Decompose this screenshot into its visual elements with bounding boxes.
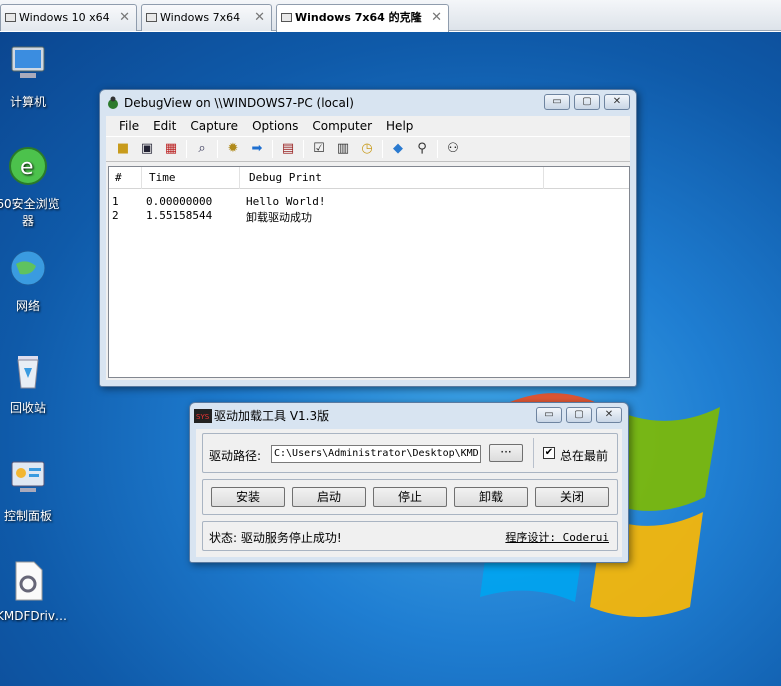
desktop-icon-label: 60安全浏览器 [0,197,60,228]
table-row[interactable]: 2 1.55158544 卸载驱动成功 [109,209,629,224]
clear-display-icon[interactable]: ▤ [279,140,297,158]
tab-label: Windows 7x64 [160,11,241,24]
column-time[interactable]: Time [149,171,176,184]
desktop-icon-label: 网络 [15,299,40,313]
highlight-icon[interactable]: ◆ [389,140,407,158]
pin-icon[interactable]: ⚲ [413,140,431,158]
debug-output-list[interactable]: # Time Debug Print 1 0.00000000 Hello Wo… [108,166,630,378]
close-app-button[interactable]: 关闭 [535,487,609,507]
stop-button[interactable]: 停止 [373,487,447,507]
desktop-icon-label: 回收站 [9,401,46,415]
menu-capture[interactable]: Capture [183,116,245,136]
magnifier-icon[interactable]: ⌕ [193,140,211,158]
minimize-button[interactable]: ▭ [544,94,570,110]
row-number: 1 [112,195,119,208]
row-number: 2 [112,209,119,222]
recycle-bin-icon [17,356,39,389]
tab-windows10[interactable]: Windows 10 x64 ✕ [0,4,137,31]
toolbar: ■ ▣ ▦ ⌕ ✹ ➡ ▤ ☑ ▥ ◷ ◆ ⚲ ⚇ [106,136,630,162]
debugview-titlebar[interactable]: DebugView on \\WINDOWS7-PC (local) ▭ ▢ ✕ [100,90,636,116]
topmost-checkbox[interactable]: ✔ [543,447,555,459]
vm-icon [281,13,292,22]
close-button[interactable]: ✕ [596,407,622,423]
capture-icon[interactable]: ▦ [162,140,180,158]
gear-icon[interactable]: ✹ [224,140,242,158]
menu-options[interactable]: Options [245,116,305,136]
control-panel-icon [11,461,45,492]
table-row[interactable]: 1 0.00000000 Hello World! [109,195,629,209]
filter-icon[interactable]: ☑ [310,140,328,158]
status-text: 状态: 驱动服务停止成功! [209,531,342,545]
bug-icon [108,96,118,109]
open-icon[interactable]: ■ [114,140,132,158]
desktop-icon-browser[interactable]: e 60安全浏览器 [0,144,60,229]
start-button[interactable]: 启动 [292,487,366,507]
desktop-icon-label: 控制面板 [3,509,52,523]
sys-file-icon: SYS [194,409,212,423]
close-tab-icon[interactable]: ✕ [119,5,130,30]
browse-button[interactable]: ··· [489,444,523,462]
row-message: Hello World! [246,195,326,208]
driver-path-field[interactable]: C:\Users\Administrator\Desktop\KMD [271,445,481,463]
vm-tab-bar: Windows 10 x64 ✕ Windows 7x64 ✕ Windows … [0,0,781,32]
tab-label: Windows 7x64 的克隆 [295,11,422,24]
file-icon [15,561,43,601]
row-message: 卸载驱动成功 [246,211,312,224]
close-tab-icon[interactable]: ✕ [431,5,442,30]
debugview-client: File Edit Capture Options Computer Help … [106,116,630,380]
desktop-icon-recycle-bin[interactable]: 回收站 [0,348,60,416]
driver-loader-window: SYS 驱动加载工具 V1.3版 ▭ ▢ ✕ 驱动路径: C:\Users\Ad… [189,402,629,563]
svg-text:SYS: SYS [196,413,210,421]
row-time: 0.00000000 [146,195,213,208]
maximize-button[interactable]: ▢ [574,94,600,110]
binoculars-icon[interactable]: ⚇ [444,140,462,158]
tab-label: Windows 10 x64 [19,11,110,24]
desktop-icon-computer[interactable]: 计算机 [0,42,60,110]
vm-icon [146,13,157,22]
browser-icon: e [9,147,47,185]
action-group: 安装 启动 停止 卸载 关闭 [202,479,618,515]
desktop-icon-label: 计算机 [9,95,46,109]
loader-client: 驱动路径: C:\Users\Administrator\Desktop\KMD… [196,429,622,557]
menu-file[interactable]: File [112,116,146,136]
uninstall-button[interactable]: 卸载 [454,487,528,507]
row-time: 1.55158544 [146,209,213,222]
desktop-icon-label: KMDFDriv… [0,609,67,623]
menu-computer[interactable]: Computer [305,116,379,136]
arrow-right-icon[interactable]: ➡ [248,140,266,158]
debugview-window: DebugView on \\WINDOWS7-PC (local) ▭ ▢ ✕… [99,89,637,387]
close-button[interactable]: ✕ [604,94,630,110]
status-group: 状态: 驱动服务停止成功! 程序设计: Coderui [202,521,618,551]
window-title: 驱动加载工具 V1.3版 [214,409,330,423]
loader-titlebar[interactable]: SYS 驱动加载工具 V1.3版 ▭ ▢ ✕ [190,403,628,429]
minimize-button[interactable]: ▭ [536,407,562,423]
history-icon[interactable]: ▥ [334,140,352,158]
vm-icon [5,13,16,22]
desktop-icon-control-panel[interactable]: 控制面板 [0,456,60,524]
maximize-button[interactable]: ▢ [566,407,592,423]
path-group: 驱动路径: C:\Users\Administrator\Desktop\KMD… [202,433,618,473]
topmost-label: 总在最前 [560,449,609,463]
tab-windows7-clone[interactable]: Windows 7x64 的克隆 ✕ [276,4,449,32]
tab-windows7[interactable]: Windows 7x64 ✕ [141,4,272,31]
desktop-icon-network[interactable]: 网络 [0,246,60,314]
svg-text:e: e [20,155,34,180]
save-icon[interactable]: ▣ [138,140,156,158]
column-number[interactable]: # [115,171,122,184]
menu-edit[interactable]: Edit [146,116,183,136]
window-title: DebugView on \\WINDOWS7-PC (local) [124,96,354,110]
menu-help[interactable]: Help [379,116,420,136]
network-icon [10,250,46,286]
menu-bar: File Edit Capture Options Computer Help [106,116,630,136]
close-tab-icon[interactable]: ✕ [254,5,265,30]
credit-link[interactable]: 程序设计: Coderui [505,529,609,545]
list-header: # Time Debug Print [109,167,629,189]
clock-icon[interactable]: ◷ [358,140,376,158]
path-label: 驱动路径: [209,449,262,463]
install-button[interactable]: 安装 [211,487,285,507]
column-debug-print[interactable]: Debug Print [249,171,322,184]
computer-icon [11,46,45,78]
desktop-icon-kmdf-file[interactable]: KMDFDriv… [0,558,67,623]
